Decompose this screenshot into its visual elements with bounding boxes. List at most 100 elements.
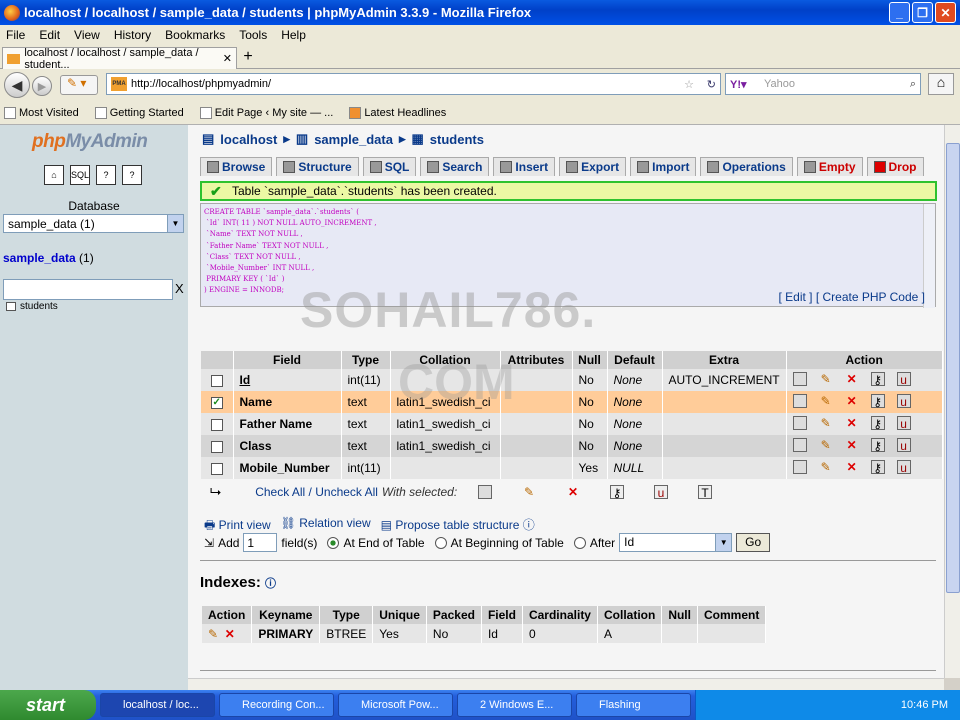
unique-icon[interactable]: u	[896, 437, 911, 453]
unique-icon[interactable]: u	[896, 371, 911, 387]
tab-insert[interactable]: Insert	[493, 157, 556, 176]
table-row[interactable]: Class text latin1_swedish_ci No None ✎ ✕ ⚷ u	[201, 435, 943, 457]
drop-icon[interactable]: ✕	[845, 438, 859, 452]
bookmark-star-icon[interactable]: ☆	[684, 78, 694, 91]
menu-bookmarks[interactable]: Bookmarks	[165, 28, 225, 42]
tab-export[interactable]: Export	[559, 157, 627, 176]
home-icon[interactable]: ⌂	[928, 73, 954, 95]
radio-beginning-of-table[interactable]	[434, 536, 447, 549]
unique-icon[interactable]: u	[896, 459, 911, 475]
sidebar-table-item[interactable]: students	[6, 301, 58, 312]
cell-checkbox[interactable]	[201, 413, 234, 435]
change-icon[interactable]: ✎	[819, 460, 833, 474]
header-null[interactable]: Null	[572, 351, 608, 369]
drop-icon[interactable]: ✕	[845, 372, 859, 386]
unique-selected-icon[interactable]: u	[654, 485, 668, 500]
tab-drop[interactable]: Drop	[866, 157, 924, 176]
tab-structure[interactable]: Structure	[276, 157, 359, 176]
menu-edit[interactable]: Edit	[39, 28, 60, 42]
header-extra[interactable]: Extra	[662, 351, 787, 369]
after-field-select[interactable]: Id ▼	[619, 533, 733, 552]
bookmark-latest-headlines[interactable]: Latest Headlines	[349, 106, 446, 119]
radio-after[interactable]	[573, 536, 586, 549]
menu-file[interactable]: File	[6, 28, 25, 42]
browser-tab[interactable]: localhost / localhost / sample_data / st…	[2, 47, 237, 71]
tab-import[interactable]: Import	[630, 157, 697, 176]
bookmark-getting-started[interactable]: Getting Started	[94, 106, 184, 119]
drop-icon[interactable]: ✕	[845, 416, 859, 430]
create-php-code-link[interactable]: [ Create PHP Code ]	[816, 290, 925, 304]
breadcrumb-server[interactable]: localhost	[220, 132, 277, 147]
primary-key-icon[interactable]: ⚷	[870, 437, 885, 453]
task-explorer[interactable]: 2 Windows E...	[457, 693, 572, 717]
header-type[interactable]: Type	[341, 351, 391, 369]
close-tab-icon[interactable]: ✕	[223, 52, 232, 65]
search-icon[interactable]: ⌕	[910, 78, 916, 91]
task-powerpoint[interactable]: Microsoft Pow...	[338, 693, 453, 717]
change-icon[interactable]: ✎	[819, 394, 833, 408]
drop-icon[interactable]: ✕	[845, 394, 859, 408]
drop-index-icon[interactable]: ✕	[225, 627, 235, 641]
menu-tools[interactable]: Tools	[239, 28, 267, 42]
tab-search[interactable]: Search	[420, 157, 490, 176]
drop-icon[interactable]: ✕	[845, 460, 859, 474]
row-checkbox[interactable]	[210, 440, 223, 453]
main-vertical-scrollbar[interactable]	[944, 125, 960, 678]
table-row[interactable]: Mobile_Number int(11) Yes NULL ✎ ✕ ⚷ u	[201, 457, 943, 479]
cell-checkbox[interactable]	[201, 457, 234, 479]
edit-index-icon[interactable]: ✎	[208, 627, 218, 641]
table-filter-input[interactable]	[3, 279, 173, 300]
row-checkbox[interactable]	[210, 462, 223, 475]
start-button[interactable]: start	[0, 690, 96, 720]
clock[interactable]: 10:46 PM	[901, 699, 948, 711]
help-icon[interactable]: ⓘ	[265, 578, 276, 590]
change-icon[interactable]: ✎	[819, 372, 833, 386]
table-row[interactable]: ✓ Name text latin1_swedish_ci No None ✎ ✕ ⚷ u	[201, 391, 943, 413]
primary-key-icon[interactable]: ⚷	[870, 393, 885, 409]
forward-button[interactable]: ▶	[32, 76, 52, 96]
header-attributes[interactable]: Attributes	[500, 351, 573, 369]
breadcrumb-db[interactable]: sample_data	[314, 132, 393, 147]
row-checkbox[interactable]: ✓	[210, 396, 223, 409]
header-field[interactable]: Field	[233, 351, 342, 369]
docs-icon[interactable]: ?	[96, 165, 116, 185]
field-count-input[interactable]	[243, 533, 278, 552]
browse-distinct-icon[interactable]	[792, 415, 807, 430]
unique-icon[interactable]: u	[896, 415, 911, 431]
sql-query-icon[interactable]: SQL	[70, 165, 90, 185]
maximize-button[interactable]: ❐	[912, 2, 933, 23]
primary-key-icon[interactable]: ⚷	[870, 415, 885, 431]
radio-end-of-table[interactable]	[327, 536, 340, 549]
change-icon[interactable]: ✎	[819, 438, 833, 452]
phpmyadmin-logo[interactable]: phpMyAdmin	[32, 131, 148, 153]
task-firefox[interactable]: localhost / loc...	[100, 693, 215, 717]
chevron-down-icon[interactable]: ▼	[715, 534, 732, 551]
menu-history[interactable]: History	[114, 28, 151, 42]
header-collation[interactable]: Collation	[390, 351, 501, 369]
menu-view[interactable]: View	[74, 28, 100, 42]
fulltext-selected-icon[interactable]: T	[698, 485, 712, 500]
browse-distinct-icon[interactable]	[792, 437, 807, 452]
clear-filter-button[interactable]: X	[175, 281, 184, 296]
tab-operations[interactable]: Operations	[700, 157, 793, 176]
primary-key-icon[interactable]: ⚷	[870, 371, 885, 387]
bookmark-most-visited[interactable]: Most Visited	[4, 106, 79, 119]
edit-sql-link[interactable]: [ Edit ]	[778, 290, 812, 304]
tab-empty[interactable]: Empty	[796, 157, 863, 176]
cell-checkbox[interactable]	[201, 435, 234, 457]
browse-selected-icon[interactable]	[478, 485, 492, 499]
database-select[interactable]: sample_data (1) ▼	[3, 214, 184, 233]
browse-distinct-icon[interactable]	[792, 371, 807, 386]
back-button[interactable]: ◀	[4, 72, 30, 98]
drop-selected-icon[interactable]: ✕	[566, 485, 580, 499]
change-selected-icon[interactable]: ✎	[522, 485, 536, 499]
chevron-down-icon[interactable]: ▼	[167, 215, 183, 232]
close-window-button[interactable]: ✕	[935, 2, 956, 23]
url-bar[interactable]: PMA http://localhost/phpmyadmin/ ☆ ↻	[106, 73, 721, 95]
browse-distinct-icon[interactable]	[792, 459, 807, 474]
main-horizontal-scrollbar[interactable]	[188, 678, 944, 690]
change-icon[interactable]: ✎	[819, 416, 833, 430]
new-tab-button[interactable]: +	[238, 49, 258, 67]
primary-key-icon[interactable]: ⚷	[870, 459, 885, 475]
cell-checkbox[interactable]	[201, 369, 234, 391]
